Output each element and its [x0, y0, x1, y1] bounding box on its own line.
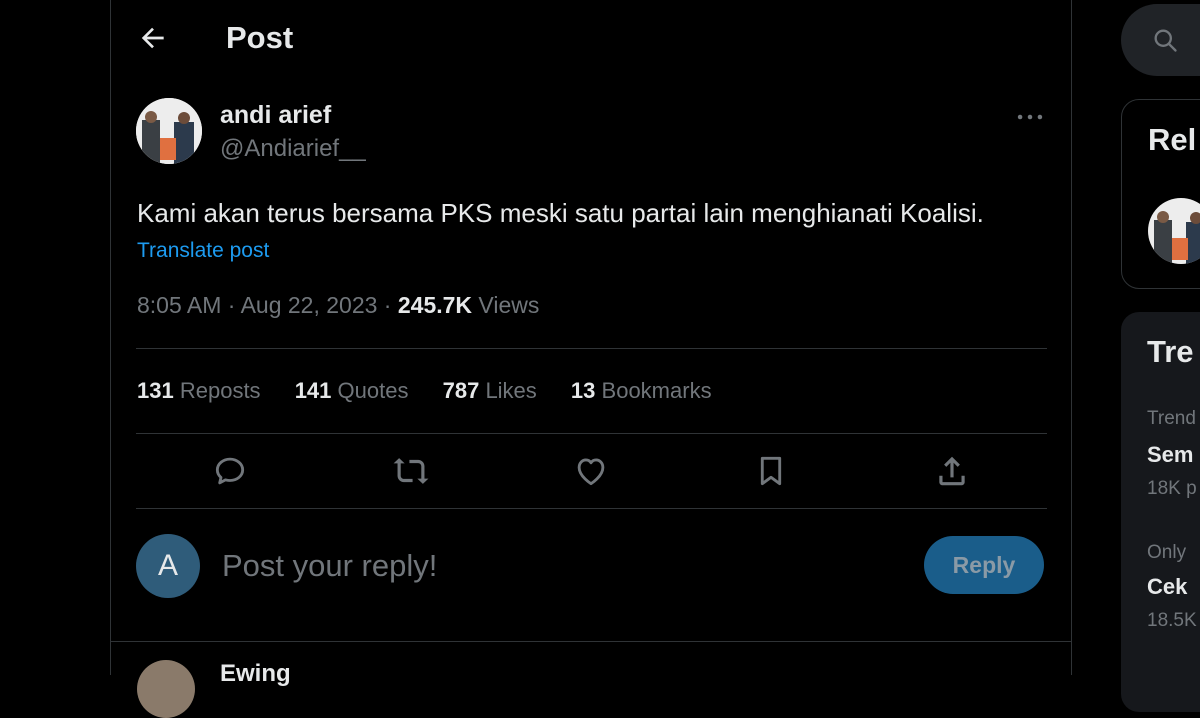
trend-context: Only [1147, 542, 1187, 563]
relevant-header: Rel [1148, 122, 1197, 157]
bookmark-icon[interactable] [752, 452, 790, 490]
engagement-stats: 131 Reposts 141 Quotes 787 Likes 13 Book… [137, 378, 740, 404]
trend-context: Trend [1147, 408, 1196, 429]
back-arrow-icon[interactable] [137, 22, 169, 54]
main-column: Post andi arief @Andiarief__ Kami akan t… [110, 0, 1072, 718]
share-icon[interactable] [933, 452, 971, 490]
user-avatar[interactable]: A [136, 534, 200, 598]
relevant-people-card: Rel [1121, 99, 1200, 289]
trend-name[interactable]: Cek [1147, 574, 1187, 600]
reply-author-avatar[interactable] [137, 660, 195, 718]
stat-reposts[interactable]: 131 Reposts [137, 378, 261, 403]
divider [136, 508, 1047, 509]
post-text: Kami akan terus bersama PKS meski satu p… [137, 198, 984, 228]
meta-separator: · [383, 292, 398, 318]
trend-name[interactable]: Sem [1147, 442, 1193, 468]
views-label: Views [478, 292, 540, 318]
author-handle[interactable]: @Andiarief__ [220, 135, 366, 163]
more-options-icon[interactable] [1013, 100, 1047, 134]
trends-card: Tre Trend Sem 18K p Only Cek 18.5K [1121, 312, 1200, 712]
trends-header: Tre [1147, 334, 1194, 369]
page-title: Post [226, 20, 294, 55]
relevant-avatar[interactable] [1148, 198, 1200, 264]
author-name[interactable]: andi arief [220, 101, 331, 130]
trend-count: 18K p [1147, 478, 1197, 499]
post-time[interactable]: 8:05 AM [137, 292, 221, 318]
author-avatar[interactable] [136, 98, 202, 164]
views-count: 245.7K [397, 292, 473, 318]
stat-bookmarks[interactable]: 13 Bookmarks [571, 378, 712, 403]
divider [136, 348, 1047, 349]
post-meta: 8:05 AM · Aug 22, 2023 · 245.7K Views [137, 292, 539, 319]
trend-count: 18.5K [1147, 610, 1197, 631]
search-icon [1151, 26, 1179, 59]
meta-separator: · [227, 292, 241, 318]
repost-icon[interactable] [392, 452, 430, 490]
translate-post-link[interactable]: Translate post [137, 239, 269, 263]
stat-likes[interactable]: 787 Likes [443, 378, 537, 403]
divider [136, 433, 1047, 434]
like-heart-icon[interactable] [572, 452, 610, 490]
reply-button[interactable]: Reply [924, 536, 1044, 594]
reply-author-name[interactable]: Ewing [220, 660, 291, 688]
reply-input[interactable] [222, 548, 902, 584]
search-box[interactable] [1121, 4, 1200, 76]
stat-quotes[interactable]: 141 Quotes [295, 378, 409, 403]
post-date[interactable]: Aug 22, 2023 [241, 292, 378, 318]
reply-icon[interactable] [211, 452, 249, 490]
divider [111, 641, 1071, 642]
